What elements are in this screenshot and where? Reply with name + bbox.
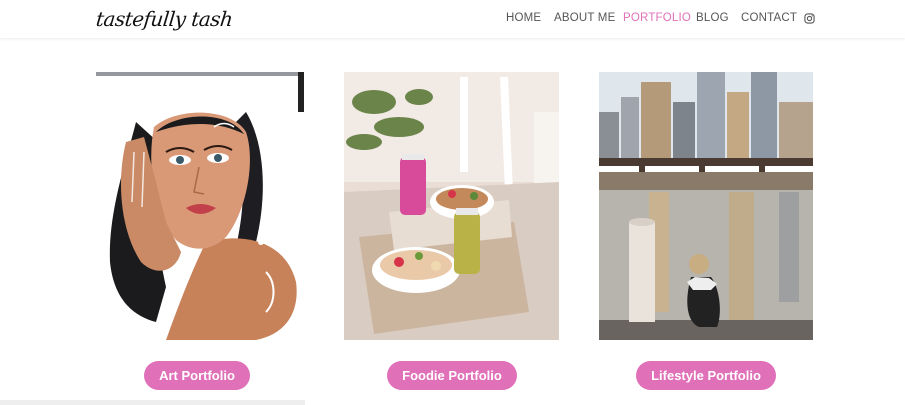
smoothie-bowls-photo [344, 72, 559, 340]
horizontal-scrollbar[interactable] [0, 400, 305, 405]
main-nav: HOME ABOUT ME PORTFOLIO BLOG CONTACT [0, 12, 905, 28]
painted-portrait-illustration [96, 72, 304, 340]
foodie-portfolio-image[interactable] [344, 72, 559, 340]
art-portfolio-button[interactable]: Art Portfolio [144, 361, 250, 390]
foodie-portfolio-button[interactable]: Foodie Portfolio [387, 361, 517, 390]
city-waterfront-photo [599, 72, 813, 340]
nav-contact[interactable]: CONTACT [741, 12, 797, 24]
nav-home[interactable]: HOME [506, 12, 541, 24]
lifestyle-portfolio-image[interactable] [599, 72, 813, 340]
nav-blog[interactable]: BLOG [696, 12, 729, 24]
lifestyle-portfolio-button[interactable]: Lifestyle Portfolio [636, 361, 776, 390]
instagram-icon[interactable] [804, 13, 815, 24]
art-portfolio-image[interactable] [96, 72, 304, 340]
nav-portfolio[interactable]: PORTFOLIO [623, 12, 691, 24]
site-header: tastefully tash HOME ABOUT ME PORTFOLIO … [0, 0, 905, 38]
nav-about-me[interactable]: ABOUT ME [554, 12, 615, 24]
